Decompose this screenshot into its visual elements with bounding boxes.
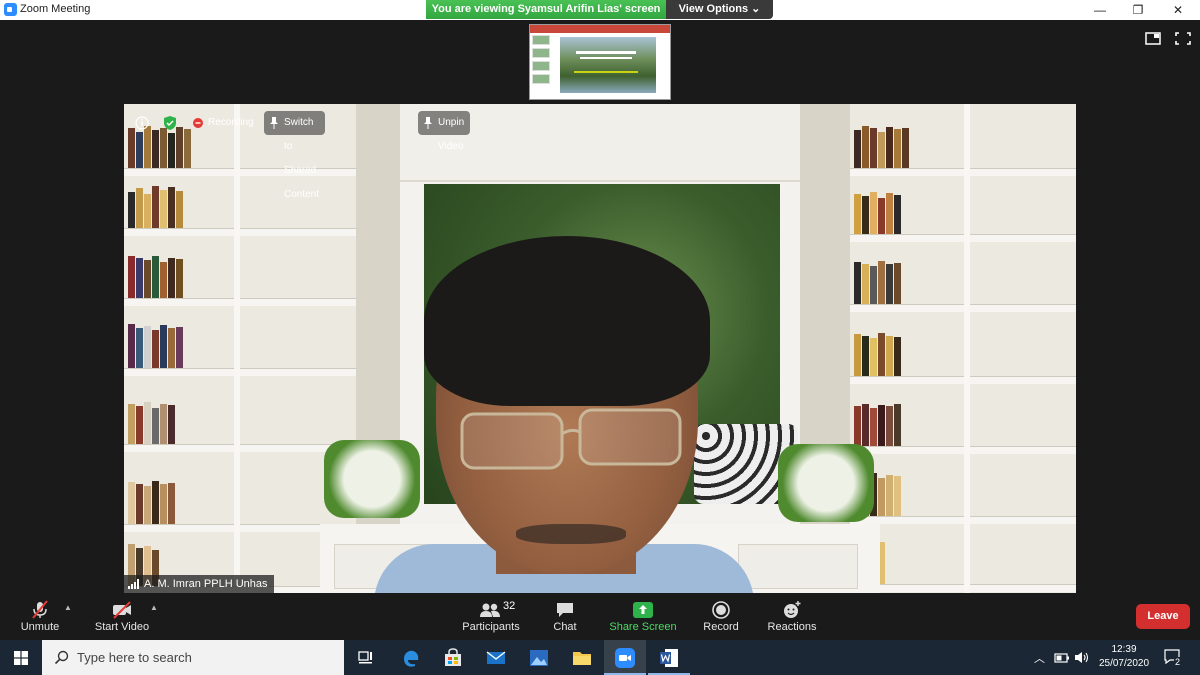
leave-meeting-button[interactable]: Leave — [1136, 604, 1190, 629]
record-icon — [712, 601, 730, 619]
start-button[interactable] — [0, 640, 42, 675]
reactions-button[interactable]: Reactions — [764, 597, 820, 637]
meeting-toolbar: Unmute ▲ Start Video ▲ 32 Participants C… — [0, 593, 1200, 640]
edge-browser-icon — [404, 650, 419, 667]
restore-button[interactable]: ❐ — [1116, 0, 1160, 20]
participant-nameplate: A. M. Imran PPLH Unhas — [124, 575, 274, 593]
fullscreen-icon[interactable] — [1175, 32, 1191, 45]
edge-app[interactable] — [390, 640, 432, 675]
participants-icon — [480, 603, 500, 617]
pillow — [324, 440, 420, 518]
search-icon — [54, 650, 69, 665]
clock-date: 25/07/2020 — [1098, 658, 1150, 669]
pin-icon — [270, 117, 278, 129]
store-bag-icon — [445, 648, 461, 666]
search-placeholder: Type here to search — [77, 650, 192, 665]
shared-screen-thumbnail[interactable] — [529, 24, 671, 100]
glasses — [460, 408, 682, 470]
battery-icon[interactable] — [1054, 653, 1070, 663]
share-screen-icon — [633, 602, 653, 618]
word-icon — [660, 649, 678, 667]
info-icon[interactable] — [134, 111, 150, 135]
bookshelf-right — [850, 104, 1076, 593]
signal-strength-icon — [128, 579, 139, 589]
record-dot-icon — [193, 118, 203, 128]
pin-icon — [424, 117, 432, 129]
photos-icon — [530, 650, 548, 666]
switch-to-shared-content-button[interactable]: Switch to Shared Content — [264, 111, 326, 200]
video-options-caret-icon[interactable]: ▲ — [150, 603, 158, 612]
mail-icon — [486, 651, 506, 664]
participants-button[interactable]: 32 Participants — [458, 597, 524, 637]
store-app[interactable] — [432, 640, 474, 675]
pillow — [778, 444, 874, 522]
chat-button[interactable]: Chat — [545, 597, 585, 637]
security-shield-icon[interactable] — [162, 111, 178, 135]
participants-count: 32 — [503, 600, 516, 612]
taskbar-search-box[interactable]: Type here to search — [42, 640, 344, 675]
task-view-icon — [358, 651, 372, 664]
muted-microphone-icon — [32, 600, 48, 619]
notification-count-badge: 2 — [1174, 657, 1182, 667]
person-hair — [424, 236, 710, 406]
folder-icon — [573, 652, 591, 665]
viewing-banner: You are viewing Syamsul Arifin Lias' scr… — [426, 0, 666, 19]
photos-app[interactable] — [518, 640, 560, 675]
close-button[interactable]: ✕ — [1156, 0, 1200, 20]
recording-indicator: Recording — [190, 111, 254, 135]
view-options-button[interactable]: View Options ⌄ — [666, 0, 773, 19]
zoom-app-icon — [4, 3, 17, 16]
chat-bubble-icon — [557, 603, 573, 617]
video-off-icon — [113, 601, 131, 619]
windows-logo-icon — [14, 651, 28, 665]
mail-app[interactable] — [475, 640, 517, 675]
word-app[interactable] — [648, 640, 690, 675]
share-screen-button[interactable]: Share Screen — [608, 597, 678, 637]
unmute-button[interactable]: Unmute — [14, 597, 66, 637]
participant-video[interactable] — [124, 104, 1076, 593]
window-title: Zoom Meeting — [20, 3, 91, 15]
audio-options-caret-icon[interactable]: ▲ — [64, 603, 72, 612]
task-view-button[interactable] — [345, 640, 387, 675]
zoom-camera-icon — [615, 648, 635, 668]
unpin-video-button[interactable]: Unpin Video — [418, 111, 471, 152]
reactions-smiley-icon — [784, 601, 801, 618]
system-clock[interactable]: 12:39 25/07/2020 — [1096, 643, 1152, 671]
mustache — [516, 524, 626, 544]
volume-icon[interactable] — [1074, 651, 1090, 664]
record-button[interactable]: Record — [700, 597, 742, 637]
participant-name: A. M. Imran PPLH Unhas — [144, 578, 268, 590]
show-hidden-icons-caret-icon[interactable]: ︿ — [1034, 650, 1045, 666]
speaker-view-icon[interactable] — [1145, 32, 1161, 45]
zoom-taskbar-app[interactable] — [604, 640, 646, 675]
start-video-button[interactable]: Start Video — [92, 597, 152, 637]
windows-taskbar: Type here to search ︿ 12:39 25/07/2020 2 — [0, 640, 1200, 675]
file-explorer-app[interactable] — [561, 640, 603, 675]
clock-time: 12:39 — [1111, 644, 1137, 655]
